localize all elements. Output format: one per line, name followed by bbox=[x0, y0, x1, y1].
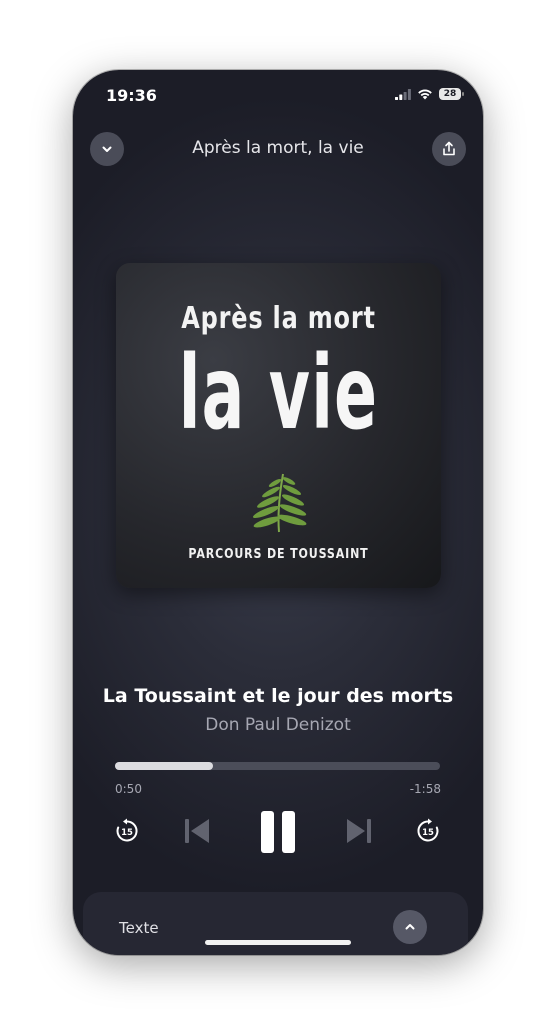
page-title: Après la mort, la vie bbox=[192, 138, 364, 158]
pause-icon bbox=[261, 811, 295, 853]
status-icons: 28 bbox=[395, 88, 464, 100]
elapsed-time: 0:50 bbox=[115, 782, 142, 796]
next-button[interactable] bbox=[343, 815, 375, 847]
battery-indicator: 28 bbox=[439, 88, 464, 100]
artwork-text-top: Après la mort bbox=[181, 301, 376, 336]
forward-15-icon: 15 bbox=[417, 818, 439, 842]
artwork-text-subtitle: PARCOURS DE TOUSSAINT bbox=[188, 547, 369, 562]
artwork-text-main: la vie bbox=[178, 334, 379, 453]
rewind-15-icon: 15 bbox=[116, 818, 138, 842]
home-indicator[interactable] bbox=[205, 940, 351, 945]
next-track-icon bbox=[347, 819, 371, 843]
progress-slider[interactable] bbox=[115, 762, 440, 770]
previous-track-icon bbox=[185, 819, 209, 843]
chevron-up-icon bbox=[405, 924, 415, 930]
lyrics-label[interactable]: Texte bbox=[119, 919, 159, 937]
cellular-signal-icon bbox=[395, 88, 411, 100]
forward-seconds-label: 15 bbox=[422, 828, 434, 838]
forward-15-button[interactable]: 15 bbox=[411, 814, 445, 848]
share-icon bbox=[443, 141, 455, 156]
pause-button[interactable] bbox=[256, 808, 300, 856]
progress-fill bbox=[115, 762, 213, 770]
track-artist[interactable]: Don Paul Denizot bbox=[73, 715, 483, 735]
remaining-time: -1:58 bbox=[409, 782, 441, 796]
wifi-icon bbox=[418, 89, 432, 100]
track-title: La Toussaint et le jour des morts bbox=[102, 685, 454, 707]
fern-icon bbox=[252, 473, 307, 533]
share-button[interactable] bbox=[432, 132, 466, 166]
player-screen: 19:36 28 Après la mort, la vie Après la … bbox=[73, 70, 483, 955]
expand-sheet-button[interactable] bbox=[393, 910, 427, 944]
rewind-15-button[interactable]: 15 bbox=[110, 814, 144, 848]
status-time: 19:36 bbox=[106, 86, 157, 105]
rewind-seconds-label: 15 bbox=[121, 828, 133, 838]
album-artwork: Après la mort la vie PARCOURS DE TOUSSAI… bbox=[116, 263, 441, 588]
previous-button[interactable] bbox=[181, 815, 213, 847]
